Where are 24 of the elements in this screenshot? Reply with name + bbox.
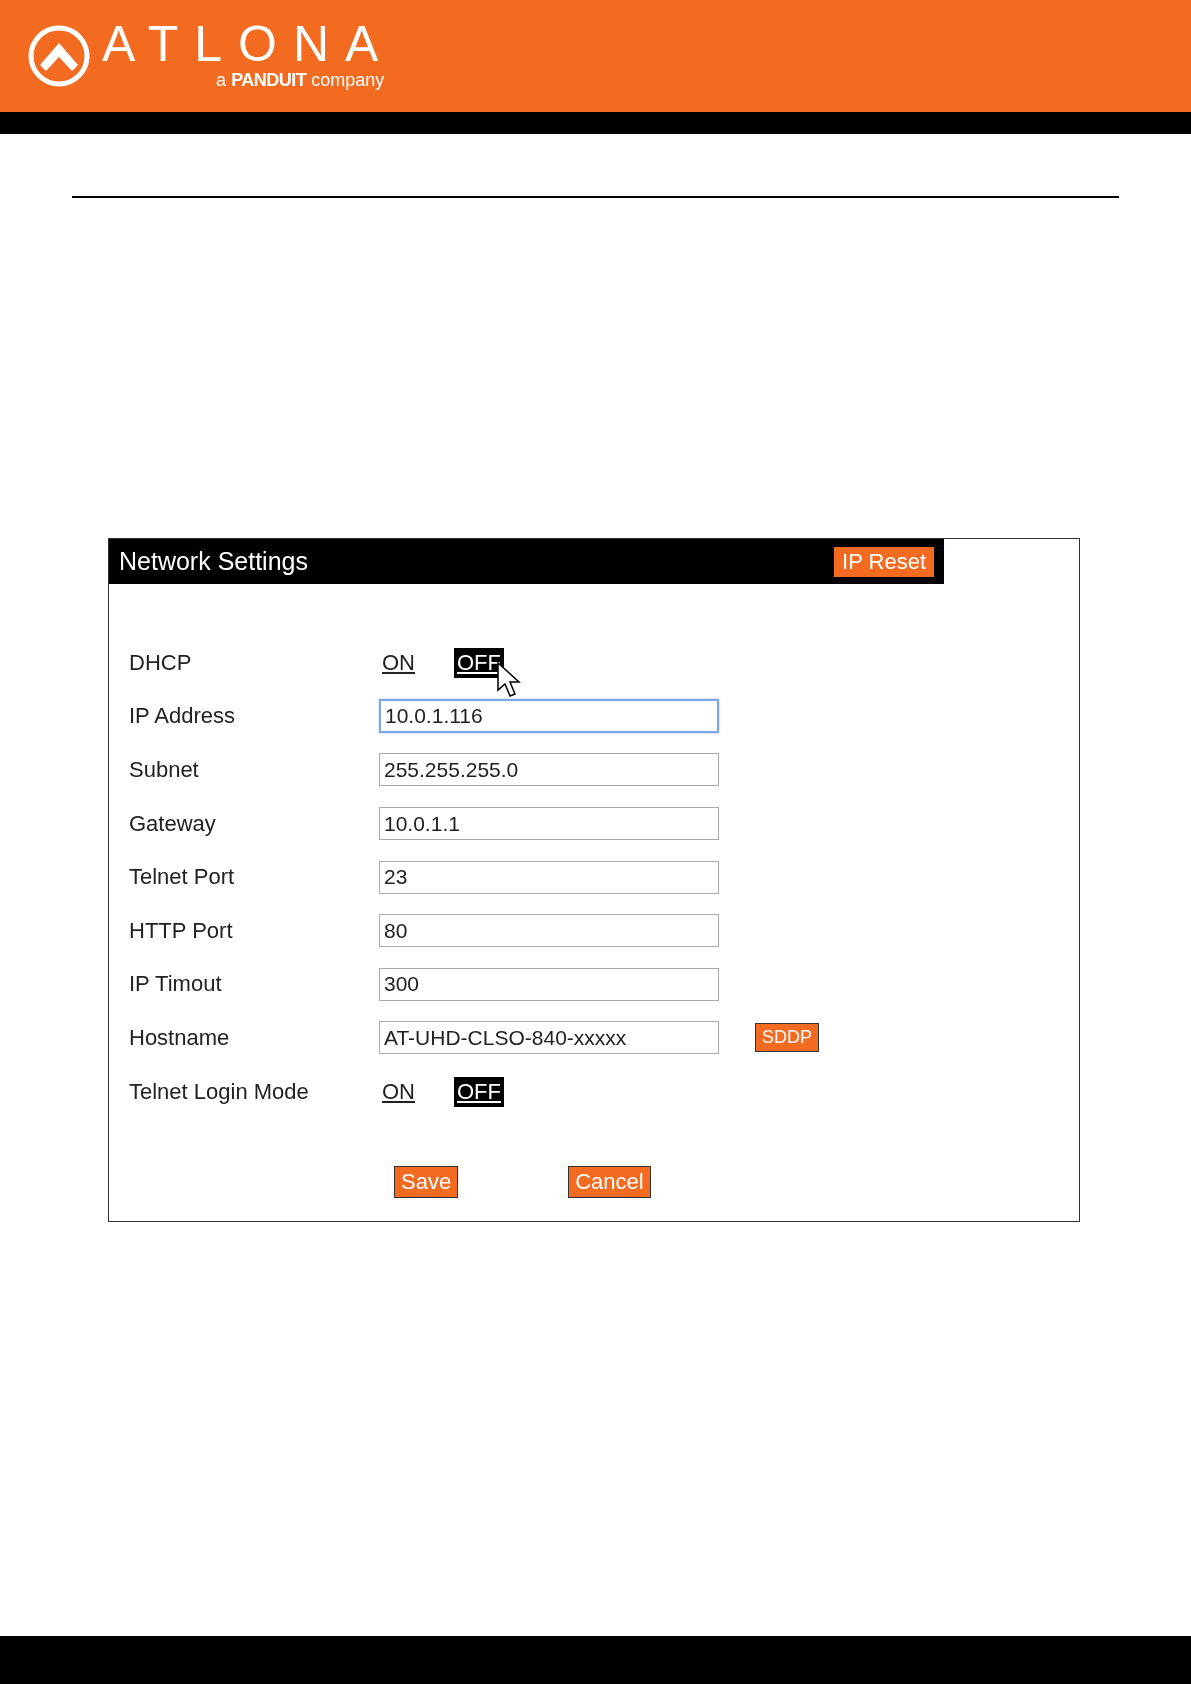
selected-option-link[interactable]: OFF <box>454 647 504 678</box>
setting-label: HTTP Port <box>129 917 234 944</box>
input-field[interactable]: 10.0.1.116 <box>379 699 719 734</box>
option-link[interactable]: ON <box>379 647 418 678</box>
panel-title: Network Settings <box>119 547 308 576</box>
input-field[interactable]: 23 <box>379 860 719 894</box>
setting-label: Hostname <box>129 1024 231 1051</box>
tagline: a PANDUIT company <box>216 69 385 91</box>
setting-label: DHCP <box>129 649 193 676</box>
input-field[interactable]: 10.0.1.1 <box>379 807 719 841</box>
option-link[interactable]: ON <box>379 1076 418 1107</box>
input-field[interactable]: 80 <box>379 914 719 948</box>
setting-label: Subnet <box>129 757 200 783</box>
logo-icon <box>28 25 90 87</box>
setting-label: IP Address <box>129 703 236 730</box>
selected-option-link[interactable]: OFF <box>454 1076 504 1107</box>
brand-name: ATLONA <box>102 21 395 66</box>
setting-label: IP Timout <box>129 971 223 998</box>
input-field[interactable]: 300 <box>379 967 719 1001</box>
setting-label: Gateway <box>129 810 217 837</box>
input-field[interactable]: AT-UHD-CLSO-840-xxxxx <box>379 1021 719 1055</box>
input-field[interactable]: 255.255.255.0 <box>379 753 719 787</box>
setting-label: Telnet Port <box>129 864 236 891</box>
setting-label: Telnet Login Mode <box>129 1078 310 1105</box>
